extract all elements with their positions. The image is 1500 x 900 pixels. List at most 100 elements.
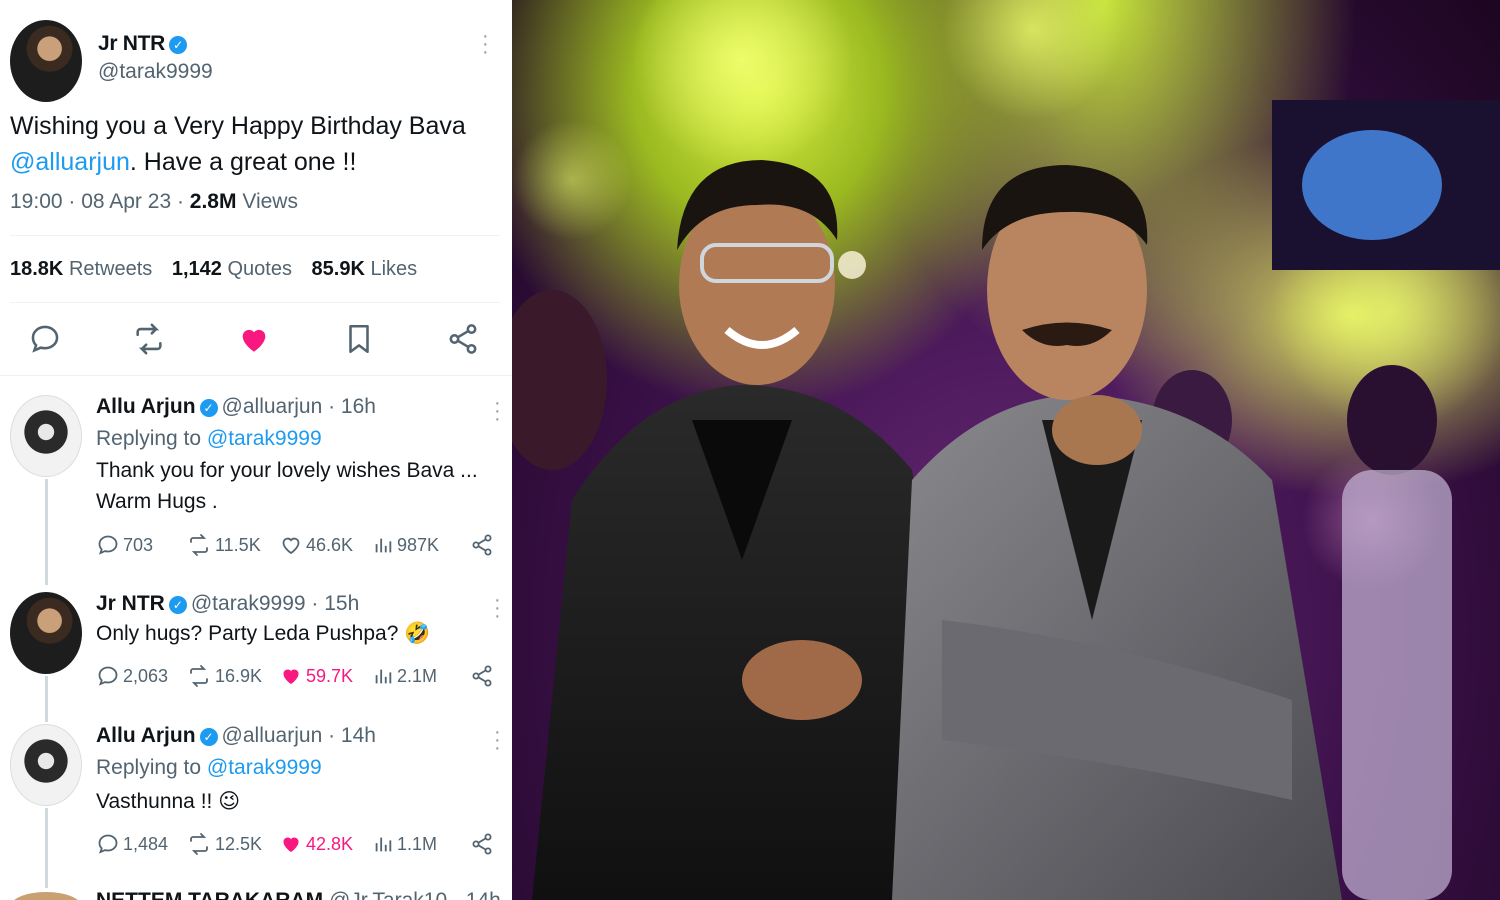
replying-prefix: Replying to — [96, 427, 207, 450]
reply-button[interactable]: 2,063 — [96, 664, 168, 688]
like-button[interactable]: 59.7K — [279, 664, 353, 688]
reply-item[interactable]: Allu Arjun ✓ @alluarjun · 14h · · · Replying… — [10, 722, 501, 888]
retweet-count: 11.5K — [215, 534, 261, 555]
reply-button[interactable]: 1,484 — [96, 832, 168, 856]
reply-handle-time[interactable]: @alluarjun · 14h — [222, 724, 376, 747]
retweets-label: Retweets — [68, 258, 153, 280]
more-icon[interactable]: · · · — [494, 590, 501, 626]
views-button[interactable]: 2.1M — [372, 664, 437, 688]
reply-button[interactable]: 703 — [96, 533, 153, 557]
views-button[interactable]: 987K — [372, 533, 439, 557]
views-count: 2.8M — [189, 190, 237, 213]
retweet-icon — [190, 833, 208, 855]
views-button[interactable]: 1.1M — [372, 832, 437, 856]
reply-icon[interactable] — [28, 322, 62, 356]
event-photo — [512, 0, 1500, 900]
reply-text: Only hugs? Party Leda Pushpa? 🤣 — [96, 618, 496, 649]
quotes-stat[interactable]: 1,142 Quotes — [172, 258, 292, 280]
avatar[interactable] — [10, 20, 82, 102]
share-icon — [472, 833, 492, 855]
tweet-thread-panel: Jr NTR ✓ @tarak9999 · · · Wishing you a Ver… — [0, 0, 512, 900]
reply-handle-time[interactable]: @tarak9999 · 15h — [191, 592, 359, 615]
retweet-button[interactable]: 12.5K — [186, 832, 262, 856]
quotes-label: Quotes — [227, 258, 292, 280]
tweet-text: Wishing you a Very Happy Birthday Bava @… — [10, 108, 500, 180]
retweet-button[interactable]: 11.5K — [186, 533, 261, 557]
retweet-icon — [190, 665, 208, 687]
divider — [0, 375, 512, 376]
heart-icon — [283, 669, 299, 684]
reply-text: Vasthunna !! 😉 — [96, 786, 496, 817]
like-count: 59.7K — [306, 665, 354, 686]
share-button[interactable] — [470, 533, 497, 557]
reply-text-line1: Only hugs? Party Leda Pushpa? 🤣 — [96, 622, 431, 645]
photo-illustration — [512, 0, 1500, 900]
mention-link[interactable]: @alluarjun — [10, 148, 130, 176]
author-handle[interactable]: @tarak9999 — [98, 60, 213, 84]
replying-handle-link[interactable]: @tarak9999 — [207, 756, 322, 779]
more-icon[interactable]: · · · — [494, 393, 501, 429]
reply-count: 1,484 — [123, 833, 169, 854]
tweet-timestamp[interactable]: 19:00 · 08 Apr 23 · — [10, 190, 190, 213]
reply-count: 703 — [123, 534, 154, 555]
reply-header: Allu Arjun ✓ @alluarjun · 16h — [96, 395, 376, 419]
reply-action-bar: 703 11.5K 46.6K 987K — [96, 533, 496, 559]
retweet-icon[interactable] — [132, 322, 166, 356]
share-button[interactable] — [470, 664, 497, 688]
avatar[interactable] — [10, 892, 82, 900]
replying-to: Replying to @tarak9999 — [96, 427, 322, 451]
share-icon[interactable] — [446, 322, 480, 356]
avatar[interactable] — [10, 592, 82, 674]
like-button[interactable]: 46.6K — [279, 533, 353, 557]
reply-text-line1: Thank you for your lovely wishes Bava ..… — [96, 459, 478, 482]
reply-item[interactable]: Jr NTR ✓ @tarak9999 · 15h · · · Only hugs? P… — [10, 590, 501, 722]
tweet-meta: 19:00 · 08 Apr 23 · 2.8M Views — [10, 190, 298, 214]
likes-label: Likes — [370, 258, 418, 280]
reply-author-name[interactable]: Allu Arjun — [96, 395, 196, 418]
author-name-text[interactable]: Jr NTR — [98, 32, 165, 55]
heart-icon[interactable] — [237, 322, 271, 356]
views-icon — [375, 669, 392, 684]
reply-author-name[interactable]: Allu Arjun — [96, 724, 196, 747]
author-name[interactable]: Jr NTR ✓ — [98, 32, 188, 56]
like-count: 42.8K — [306, 833, 354, 854]
retweets-count: 18.8K — [10, 258, 64, 280]
replying-handle-link[interactable]: @tarak9999 — [207, 427, 322, 450]
reply-item[interactable]: Allu Arjun ✓ @alluarjun · 16h · · · Replying… — [10, 393, 501, 585]
replying-prefix: Replying to — [96, 756, 207, 779]
view-count: 2.1M — [397, 665, 438, 686]
cut-reply-name[interactable]: NETTEM TARAKARAM — [96, 889, 323, 900]
reply-count: 2,063 — [123, 665, 169, 686]
thread-line — [45, 676, 48, 722]
reply-icon — [98, 535, 118, 555]
tweet-text-part2: . Have a great one !! — [129, 148, 357, 176]
likes-count: 85.9K — [311, 258, 365, 280]
like-count: 46.6K — [306, 534, 354, 555]
retweets-stat[interactable]: 18.8K Retweets — [10, 258, 152, 280]
engagement-stats: 18.8K Retweets 1,142 Quotes 85.9K Likes — [10, 258, 431, 281]
retweet-button[interactable]: 16.9K — [186, 664, 262, 688]
avatar[interactable] — [10, 724, 82, 806]
views-icon — [375, 837, 392, 852]
more-icon[interactable]: · · · — [482, 26, 489, 62]
verified-badge-icon: ✓ — [168, 596, 187, 614]
avatar[interactable] — [10, 395, 82, 477]
cut-reply-handle[interactable]: @Jr.Tarak10 · 14h — [329, 889, 501, 900]
verified-badge-icon: ✓ — [199, 399, 218, 417]
share-button[interactable] — [470, 832, 497, 856]
verified-badge-icon: ✓ — [199, 728, 218, 746]
like-button[interactable]: 42.8K — [279, 832, 353, 856]
reply-text: Thank you for your lovely wishes Bava ..… — [96, 455, 496, 517]
reply-header: Allu Arjun ✓ @alluarjun · 14h — [96, 724, 376, 748]
more-icon[interactable]: · · · — [494, 722, 501, 758]
tweet-text-part1: Wishing you a Very Happy Birthday Bava — [10, 112, 466, 140]
retweet-count: 16.9K — [215, 665, 263, 686]
bookmark-icon[interactable] — [342, 322, 376, 356]
reply-handle-time[interactable]: @alluarjun · 16h — [222, 395, 376, 418]
likes-stat[interactable]: 85.9K Likes — [312, 258, 418, 280]
reply-author-name[interactable]: Jr NTR — [96, 592, 165, 615]
reply-icon — [98, 666, 118, 686]
tweet-action-bar — [10, 318, 500, 362]
heart-icon — [283, 837, 299, 852]
retweet-icon — [190, 534, 208, 556]
